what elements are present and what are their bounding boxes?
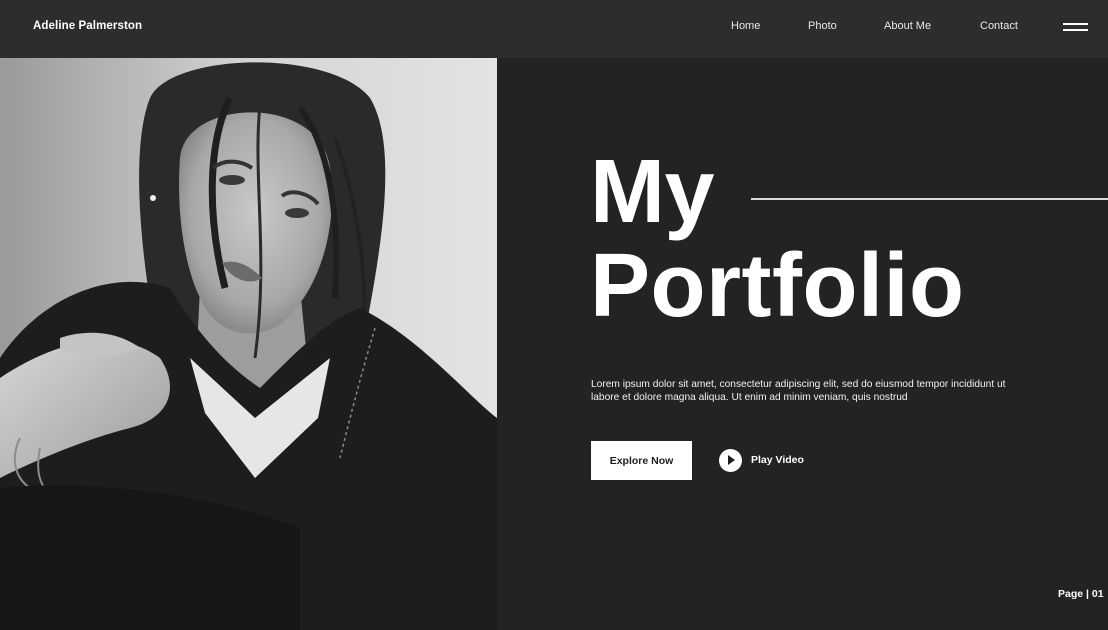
- play-icon[interactable]: [719, 448, 742, 472]
- site-header: Adeline Palmerston Home Photo About Me C…: [0, 0, 1108, 58]
- explore-now-button[interactable]: Explore Now: [591, 441, 692, 480]
- portrait-photo: [0, 58, 497, 630]
- nav-contact[interactable]: Contact: [980, 20, 1018, 32]
- play-video-label: Play Video: [751, 454, 804, 466]
- nav-home[interactable]: Home: [731, 20, 760, 32]
- hero-divider: [751, 198, 1108, 200]
- site-brand[interactable]: Adeline Palmerston: [33, 20, 142, 32]
- play-video-button[interactable]: Play Video: [719, 448, 804, 472]
- page-indicator: Page | 01: [1058, 588, 1104, 600]
- portrait-illustration: [0, 58, 497, 630]
- nav-about-me[interactable]: About Me: [884, 20, 931, 32]
- hero-description: Lorem ipsum dolor sit amet, consectetur …: [591, 379, 1006, 403]
- hamburger-menu-icon[interactable]: [1063, 21, 1089, 33]
- nav-photo[interactable]: Photo: [808, 20, 837, 32]
- hero-title-line-1: My: [590, 142, 715, 242]
- hero-title-line-2: Portfolio: [590, 236, 965, 336]
